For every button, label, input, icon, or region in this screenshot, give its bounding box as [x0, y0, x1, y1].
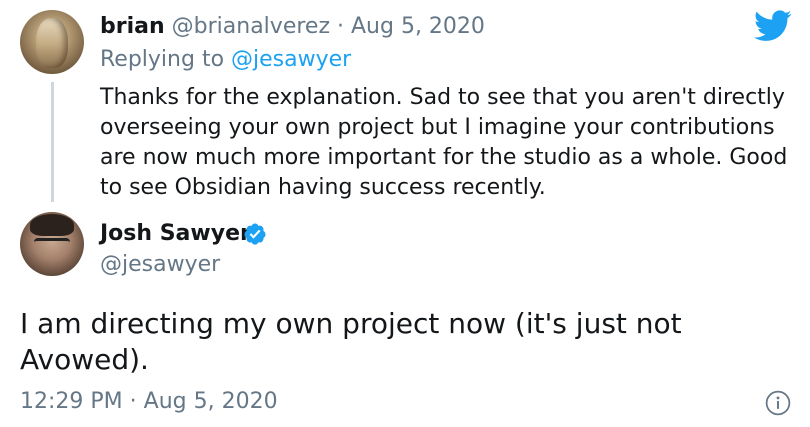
twitter-bird-icon[interactable]: [754, 10, 792, 42]
replying-to-line: Replying to @jesawyer: [100, 46, 351, 74]
main-author-name[interactable]: Josh Sawyer: [100, 220, 251, 248]
replying-to-handle[interactable]: @jesawyer: [231, 47, 351, 72]
main-author-handle[interactable]: @jesawyer: [100, 251, 220, 279]
reply-tweet-text: Thanks for the explanation. Sad to see t…: [100, 85, 788, 200]
avatar-hair: [30, 214, 74, 236]
main-tweet-timestamp[interactable]: 12:29 PM · Aug 5, 2020: [20, 388, 278, 416]
avatar-glasses: [34, 238, 70, 251]
reply-tweet-header: brian @brianalverez · Aug 5, 2020: [100, 13, 485, 41]
main-author-avatar[interactable]: [20, 212, 84, 276]
info-icon[interactable]: [765, 390, 791, 416]
tweet-time: 12:29 PM: [20, 389, 123, 414]
tweet-date: Aug 5, 2020: [143, 389, 278, 414]
thread-connector-line: [51, 82, 54, 202]
reply-author-handle[interactable]: @brianalverez: [172, 14, 330, 39]
reply-author-name[interactable]: brian: [100, 14, 165, 39]
header-separator: ·: [337, 14, 344, 39]
verified-badge-icon: [244, 223, 266, 245]
replying-to-prefix: Replying to: [100, 47, 225, 72]
reply-author-avatar[interactable]: [20, 10, 84, 74]
main-tweet-text: I am directing my own project now (it's …: [20, 307, 682, 376]
timestamp-separator: ·: [129, 389, 137, 414]
avatar-figure: [36, 18, 68, 68]
reply-tweet-date[interactable]: Aug 5, 2020: [351, 14, 485, 39]
